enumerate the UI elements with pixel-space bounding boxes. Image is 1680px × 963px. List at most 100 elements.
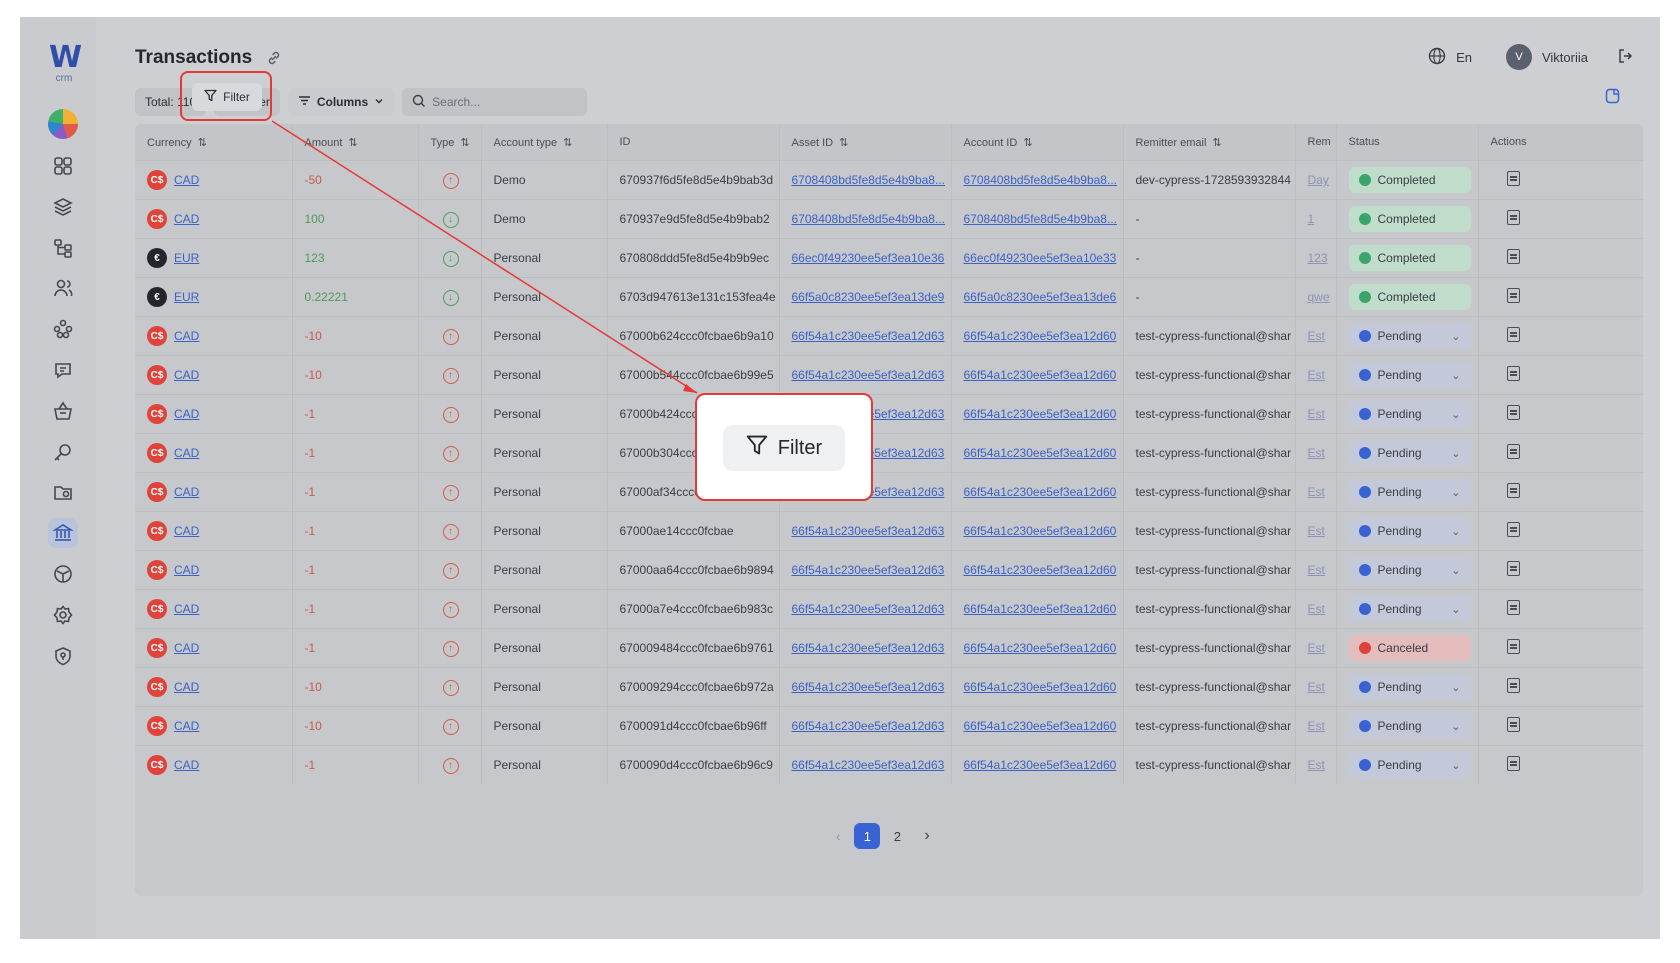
rem-link[interactable]: Est (1308, 563, 1325, 577)
account-id-link[interactable]: 66f54a1c230ee5ef3ea12d60 (964, 329, 1117, 343)
sort-icon[interactable]: ⇅ (348, 137, 357, 149)
account-id-link[interactable]: 66f5a0c8230ee5ef3ea13de6 (964, 290, 1117, 304)
prev-page-icon[interactable]: ‹ (836, 829, 840, 844)
chat-icon[interactable] (48, 355, 78, 385)
account-id-link[interactable]: 66f54a1c230ee5ef3ea12d60 (964, 602, 1117, 616)
currency-link[interactable]: CAD (174, 758, 199, 772)
column-header[interactable]: Status (1336, 124, 1479, 161)
sort-icon[interactable]: ⇅ (563, 137, 572, 149)
details-icon[interactable] (1506, 288, 1520, 303)
status-badge[interactable]: Pending ⌄ (1348, 518, 1471, 544)
account-id-link[interactable]: 66f54a1c230ee5ef3ea12d60 (964, 524, 1117, 538)
bank-icon[interactable] (48, 518, 78, 549)
asset-id-link[interactable]: 66f54a1c230ee5ef3ea12d63 (792, 680, 945, 694)
key-icon[interactable] (48, 437, 78, 467)
currency-link[interactable]: CAD (174, 407, 199, 421)
account-id-link[interactable]: 66f54a1c230ee5ef3ea12d60 (964, 446, 1117, 460)
network-icon[interactable] (48, 314, 78, 344)
layers-icon[interactable] (48, 192, 78, 222)
rem-link[interactable]: Est (1308, 641, 1325, 655)
table-row[interactable]: C$ CAD -10 ↑ Personal 6700091d4ccc0fcbae6b96f… (135, 706, 1643, 746)
account-id-link[interactable]: 66ec0f49230ee5ef3ea10e33 (964, 251, 1117, 265)
dashboard-grid-icon[interactable] (48, 151, 78, 181)
logout-icon[interactable] (1616, 47, 1634, 68)
rem-link[interactable]: Est (1308, 368, 1325, 382)
details-icon[interactable] (1506, 600, 1520, 615)
details-icon[interactable] (1506, 717, 1520, 732)
column-header[interactable]: Asset ID ⇅ (779, 124, 952, 161)
details-icon[interactable] (1506, 639, 1520, 654)
status-badge[interactable]: Pending ⌄ (1348, 557, 1471, 583)
asset-id-link[interactable]: 66f54a1c230ee5ef3ea12d63 (792, 563, 945, 577)
folder-icon[interactable] (48, 477, 78, 507)
table-row[interactable]: C$ CAD -1 ↑ Personal 67000aa64ccc0fcbae6b9894… (135, 550, 1643, 590)
currency-link[interactable]: CAD (174, 173, 199, 187)
cube-icon[interactable] (48, 559, 78, 589)
column-header[interactable]: Account type ⇅ (481, 124, 608, 161)
sort-icon[interactable]: ⇅ (1023, 137, 1032, 149)
hierarchy-icon[interactable] (48, 233, 78, 263)
currency-link[interactable]: CAD (174, 602, 199, 616)
status-badge[interactable]: Pending ⌄ (1348, 401, 1471, 427)
asset-id-link[interactable]: 6708408bd5fe8d5e4b9ba8... (792, 212, 946, 226)
account-id-link[interactable]: 6708408bd5fe8d5e4b9ba8... (964, 173, 1118, 187)
table-row[interactable]: € EUR 123 ↓ Personal 670808ddd5fe8d5e4b9b9ec 6… (135, 238, 1643, 278)
asset-id-link[interactable]: 66f54a1c230ee5ef3ea12d63 (792, 602, 945, 616)
status-badge[interactable]: Pending ⌄ (1348, 674, 1471, 700)
currency-link[interactable]: CAD (174, 680, 199, 694)
account-id-link[interactable]: 66f54a1c230ee5ef3ea12d60 (964, 719, 1117, 733)
table-row[interactable]: C$ CAD -1 ↑ Personal 67000af34ccc0fcbae 66f54a… (135, 472, 1643, 512)
column-header[interactable]: Amount ⇅ (292, 124, 419, 161)
rem-link[interactable]: Est (1308, 329, 1325, 343)
globe-icon[interactable] (1428, 47, 1446, 68)
rem-link[interactable]: Est (1308, 485, 1325, 499)
app-logo[interactable]: W crm (44, 43, 84, 84)
rem-link[interactable]: Est (1308, 524, 1325, 538)
details-icon[interactable] (1506, 366, 1520, 381)
details-icon[interactable] (1506, 756, 1520, 771)
account-id-link[interactable]: 66f54a1c230ee5ef3ea12d60 (964, 758, 1117, 772)
details-icon[interactable] (1506, 249, 1520, 264)
status-badge[interactable]: Pending ⌄ (1348, 479, 1471, 505)
account-id-link[interactable]: 66f54a1c230ee5ef3ea12d60 (964, 407, 1117, 421)
sort-icon[interactable]: ⇅ (839, 137, 848, 149)
details-icon[interactable] (1506, 327, 1520, 342)
users-icon[interactable] (48, 273, 78, 303)
asset-id-link[interactable]: 66f54a1c230ee5ef3ea12d63 (792, 368, 945, 382)
status-badge[interactable]: Pending ⌄ (1348, 596, 1471, 622)
rem-link[interactable]: Est (1308, 680, 1325, 694)
sort-icon[interactable]: ⇅ (198, 137, 207, 149)
column-header[interactable]: Rem (1295, 124, 1337, 161)
status-badge[interactable]: Pending ⌄ (1348, 440, 1471, 466)
rem-link[interactable]: 123 (1308, 251, 1328, 265)
details-icon[interactable] (1506, 405, 1520, 420)
basket-icon[interactable] (48, 396, 78, 426)
column-header[interactable]: Remitter email ⇅ (1123, 124, 1296, 161)
link-icon[interactable] (266, 50, 282, 71)
asset-id-link[interactable]: 66f54a1c230ee5ef3ea12d63 (792, 719, 945, 733)
avatar[interactable]: V (1505, 44, 1532, 70)
currency-link[interactable]: EUR (174, 251, 199, 265)
search-input[interactable]: Search... (402, 88, 588, 116)
currency-link[interactable]: EUR (174, 290, 199, 304)
currency-link[interactable]: CAD (174, 212, 199, 226)
account-id-link[interactable]: 66f54a1c230ee5ef3ea12d60 (964, 368, 1117, 382)
page-button[interactable]: 2 (884, 823, 910, 849)
asset-id-link[interactable]: 66ec0f49230ee5ef3ea10e36 (792, 251, 945, 265)
account-id-link[interactable]: 66f54a1c230ee5ef3ea12d60 (964, 485, 1117, 499)
table-row[interactable]: C$ CAD -10 ↑ Personal 67000b624ccc0fcbae6b9a1… (135, 316, 1643, 356)
rem-link[interactable]: Est (1308, 602, 1325, 616)
currency-link[interactable]: CAD (174, 485, 199, 499)
table-row[interactable]: € EUR 0.22221 ↓ Personal 6703d947613e131c153f… (135, 277, 1643, 317)
column-header[interactable]: ID (607, 124, 780, 161)
account-id-link[interactable]: 66f54a1c230ee5ef3ea12d60 (964, 563, 1117, 577)
account-id-link[interactable]: 6708408bd5fe8d5e4b9ba8... (964, 212, 1118, 226)
table-row[interactable]: C$ CAD -1 ↑ Personal 67000ae14ccc0fcbae 66f54a… (135, 511, 1643, 551)
status-badge[interactable]: Pending ⌄ (1348, 752, 1471, 778)
details-icon[interactable] (1506, 561, 1520, 576)
asset-id-link[interactable]: 6708408bd5fe8d5e4b9ba8... (792, 173, 946, 187)
asset-id-link[interactable]: 66f54a1c230ee5ef3ea12d63 (792, 758, 945, 772)
rem-link[interactable]: Day (1308, 173, 1329, 187)
table-row[interactable]: C$ CAD -1 ↑ Personal 67000b304ccc0fcba 66f54a1… (135, 433, 1643, 473)
sort-icon[interactable]: ⇅ (460, 137, 469, 149)
